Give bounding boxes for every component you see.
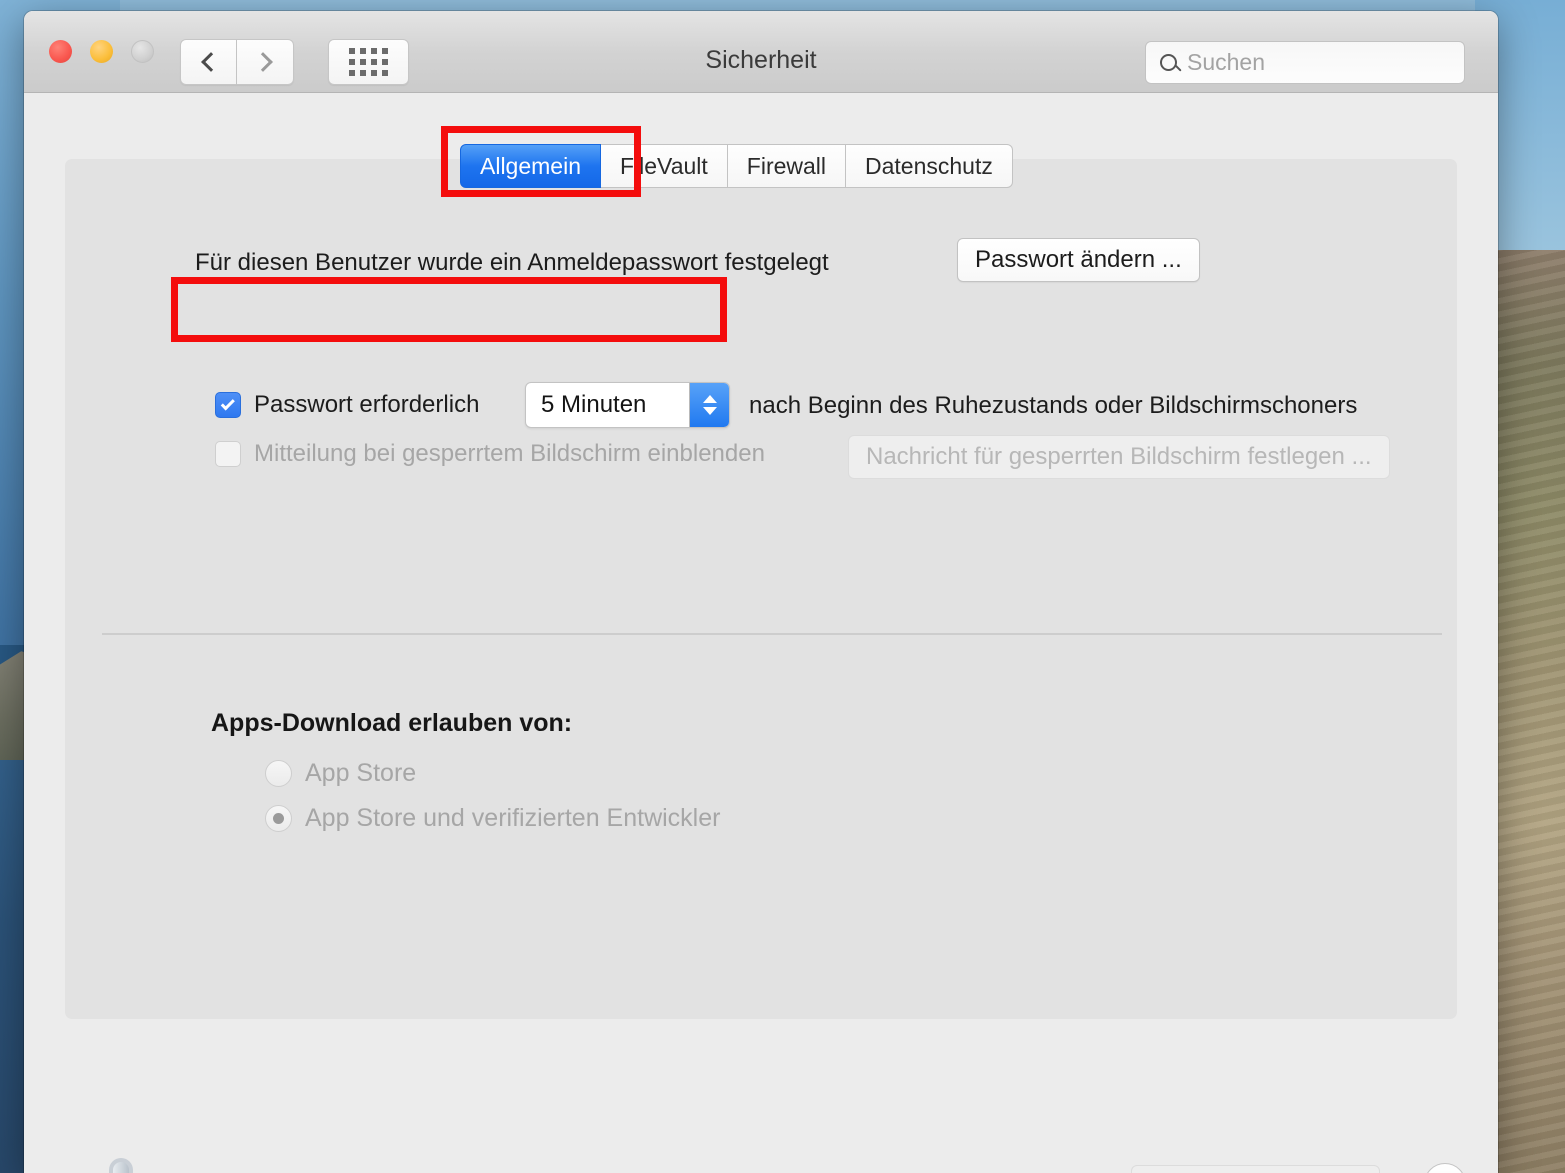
radio-button-unselected-icon: [265, 760, 292, 787]
require-password-row: Passwort erforderlich: [215, 391, 479, 419]
password-delay-popup[interactable]: 5 Minuten: [525, 382, 730, 428]
radio-app-store-label: App Store: [305, 759, 417, 787]
show-message-label: Mitteilung bei gesperrtem Bildschirm ein…: [254, 440, 765, 467]
radio-app-store[interactable]: App Store: [265, 759, 416, 788]
window-body: Für diesen Benutzer wurde ein Anmeldepas…: [24, 93, 1498, 1173]
require-password-label: Passwort erforderlich: [254, 391, 480, 418]
radio-app-store-and-developers-label: App Store und verifizierten Entwickler: [305, 804, 721, 832]
tab-filevault[interactable]: FileVault: [601, 144, 728, 188]
system-preferences-window: Sicherheit Suchen Für diesen Benutzer wu…: [24, 11, 1498, 1173]
lock-shackle: [109, 1158, 133, 1173]
advanced-options-button[interactable]: Weitere Optionen ...: [1131, 1165, 1380, 1173]
tab-firewall[interactable]: Firewall: [727, 144, 847, 188]
set-lock-message-button[interactable]: Nachricht für gesperrten Bildschirm fest…: [848, 435, 1390, 479]
radio-button-selected-icon: [265, 805, 292, 832]
arrow-up-icon: [702, 395, 717, 403]
section-divider: [102, 633, 1442, 635]
password-set-label: Für diesen Benutzer wurde ein Anmeldepas…: [195, 249, 829, 276]
change-password-button[interactable]: Passwort ändern ...: [957, 238, 1200, 282]
radio-dot: [273, 813, 284, 824]
stepper-arrows-icon[interactable]: [689, 383, 729, 427]
search-placeholder: Suchen: [1187, 49, 1266, 75]
require-password-checkbox[interactable]: [215, 392, 241, 418]
window-titlebar: Sicherheit Suchen: [24, 11, 1498, 93]
lock-closed-icon[interactable]: [98, 1158, 144, 1173]
checkmark-icon: [220, 395, 235, 410]
tab-datenschutz[interactable]: Datenschutz: [846, 144, 1013, 188]
require-password-suffix: nach Beginn des Ruhezustands oder Bildsc…: [749, 392, 1358, 419]
help-button[interactable]: ?: [1424, 1163, 1466, 1173]
arrow-down-icon: [702, 407, 717, 415]
search-icon: [1160, 54, 1177, 71]
preferences-panel: Für diesen Benutzer wurde ein Anmeldepas…: [65, 159, 1457, 1019]
radio-app-store-and-developers[interactable]: App Store und verifizierten Entwickler: [265, 804, 720, 833]
password-delay-value: 5 Minuten: [541, 391, 647, 418]
tab-allgemein[interactable]: Allgemein: [460, 144, 601, 188]
preference-tabs: Allgemein FileVault Firewall Datenschutz: [460, 144, 1013, 188]
search-field[interactable]: Suchen: [1145, 41, 1465, 84]
show-message-row: Mitteilung bei gesperrtem Bildschirm ein…: [215, 440, 765, 468]
apps-download-heading: Apps-Download erlauben von:: [211, 709, 573, 737]
show-message-checkbox[interactable]: [215, 441, 241, 467]
